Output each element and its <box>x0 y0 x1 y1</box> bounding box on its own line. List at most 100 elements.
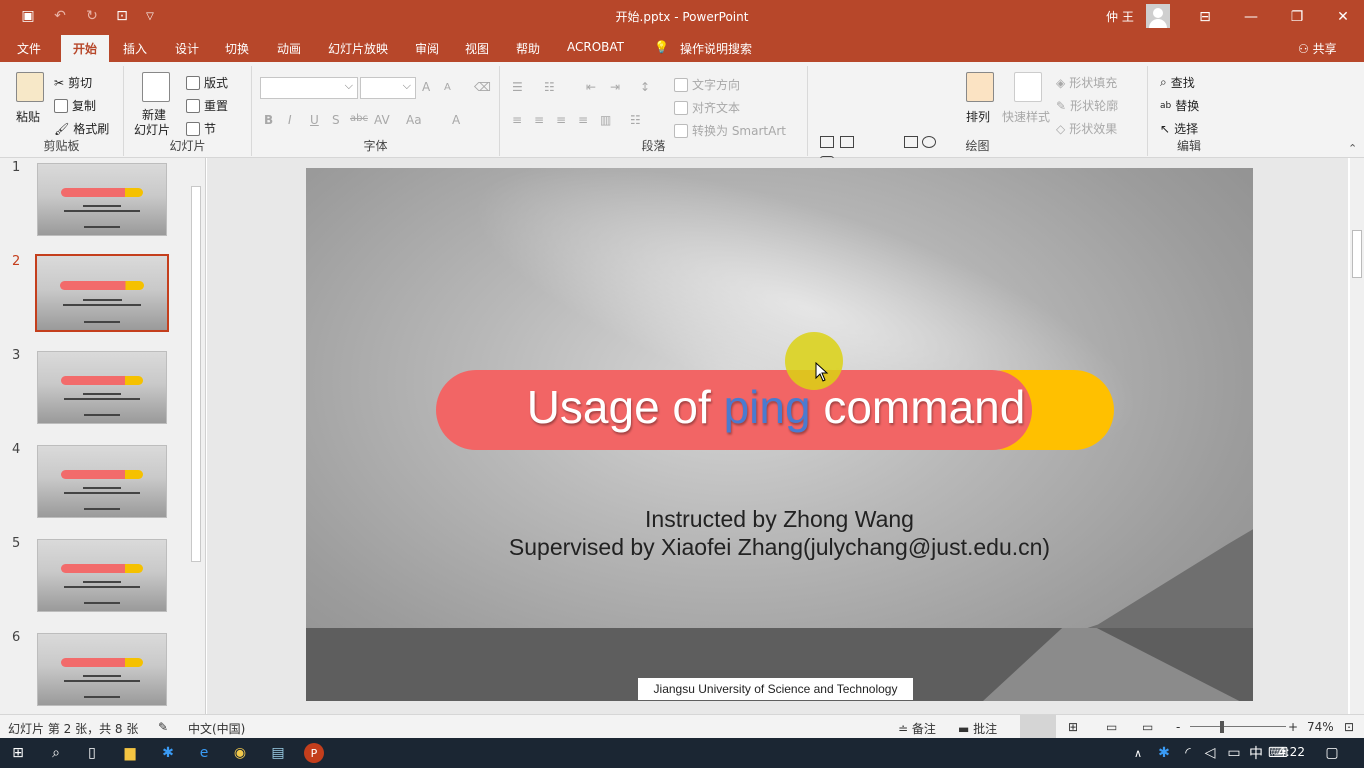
align-right-icon[interactable]: ≡ <box>556 113 566 127</box>
slide-thumbnail-4[interactable] <box>37 445 167 518</box>
slide-sorter-icon[interactable]: ⊞ <box>1068 720 1078 734</box>
section-button[interactable]: 节 <box>186 120 216 137</box>
normal-view-button[interactable] <box>1020 715 1056 738</box>
align-center-icon[interactable]: ≡ <box>534 113 544 127</box>
shape-effects-button[interactable]: ◇ 形状效果 <box>1056 120 1117 137</box>
tab-file[interactable]: 文件 <box>17 40 41 57</box>
clock[interactable]: 4:22 <box>1278 745 1305 759</box>
strikethrough-button[interactable]: abc <box>350 113 368 124</box>
battery-icon[interactable]: ▭ <box>1224 743 1244 763</box>
share-button[interactable]: ⚇ 共享 <box>1298 40 1337 57</box>
italic-button[interactable]: I <box>288 113 292 127</box>
zoom-slider[interactable] <box>1190 726 1286 727</box>
textbox-shape-icon[interactable] <box>820 136 834 148</box>
tab-insert[interactable]: 插入 <box>123 40 147 57</box>
new-slide-dropdown[interactable]: 幻灯片 <box>134 121 170 138</box>
columns-icon[interactable]: ☷ <box>630 113 641 127</box>
show-hidden-icons[interactable]: ∧ <box>1128 743 1148 763</box>
increase-indent-icon[interactable]: ⇥ <box>610 80 620 94</box>
line-spacing-icon[interactable]: ↕ <box>640 80 650 94</box>
font-size-combo[interactable] <box>360 77 416 99</box>
slide-thumbnail-1[interactable] <box>37 163 167 236</box>
fit-to-window-icon[interactable]: ⊡ <box>1344 720 1354 734</box>
canvas-scroll-thumb[interactable] <box>1352 230 1362 278</box>
paste-button[interactable]: 粘贴 <box>16 108 40 125</box>
clear-format-icon[interactable]: ⌫ <box>474 80 491 94</box>
instructor-line[interactable]: Instructed by Zhong Wang <box>306 506 1253 533</box>
layout-button[interactable]: 版式 <box>186 74 228 91</box>
chrome-icon[interactable]: ◉ <box>230 743 250 763</box>
zoom-slider-thumb[interactable] <box>1220 721 1224 733</box>
slide-thumbnail-5[interactable] <box>37 539 167 612</box>
shrink-font-button[interactable]: A <box>444 82 451 93</box>
tab-view[interactable]: 视图 <box>465 40 489 57</box>
tab-design[interactable]: 设计 <box>175 40 199 57</box>
cut-button[interactable]: ✂ 剪切 <box>54 74 92 91</box>
notifications-icon[interactable]: ▢ <box>1322 743 1342 763</box>
tray-app-icon[interactable]: ✱ <box>1154 743 1174 763</box>
underline-button[interactable]: U <box>310 113 319 127</box>
edge-icon[interactable]: e <box>194 743 214 763</box>
font-name-combo[interactable] <box>260 77 358 99</box>
windows-start-icon[interactable]: ⊞ <box>8 743 28 763</box>
close-icon[interactable]: ✕ <box>1320 0 1364 33</box>
zoom-out-button[interactable]: - <box>1176 720 1180 734</box>
rectangle-shape-icon[interactable] <box>904 136 918 148</box>
slide-canvas[interactable]: Usage of ping command Instructed by Zhon… <box>306 168 1253 701</box>
avatar[interactable] <box>1146 4 1170 28</box>
canvas-scrollbar[interactable] <box>1350 158 1364 714</box>
slide-thumbnail-3[interactable] <box>37 351 167 424</box>
slide-footer[interactable]: Jiangsu University of Science and Techno… <box>638 678 913 700</box>
search-icon[interactable]: ⌕ <box>46 743 66 763</box>
replace-button[interactable]: ab 替换 <box>1160 97 1199 114</box>
bold-button[interactable]: B <box>264 113 273 127</box>
collapse-ribbon-icon[interactable]: ⌃ <box>1348 142 1357 155</box>
slide-thumbnail-6[interactable] <box>37 633 167 706</box>
store-icon[interactable]: ✱ <box>158 743 178 763</box>
copy-button[interactable]: 复制 <box>54 97 96 114</box>
language-indicator[interactable]: 中文(中国) <box>188 720 245 737</box>
arrange-button[interactable]: 排列 <box>966 108 990 125</box>
supervisor-line[interactable]: Supervised by Xiaofei Zhang(julychang@ju… <box>306 534 1253 561</box>
slideshow-icon[interactable]: ▭ <box>1142 720 1153 734</box>
font-color-button[interactable]: A <box>452 113 460 127</box>
notes-button[interactable]: ≐ 备注 <box>898 720 936 737</box>
justify-icon[interactable]: ≡ <box>578 113 588 127</box>
decrease-indent-icon[interactable]: ⇤ <box>586 80 596 94</box>
zoom-in-button[interactable]: + <box>1288 720 1298 734</box>
thumbnail-scrollbar[interactable] <box>189 162 203 712</box>
ribbon-display-icon[interactable]: ⊟ <box>1182 0 1228 33</box>
notepad-icon[interactable]: ▤ <box>268 743 288 763</box>
tab-review[interactable]: 审阅 <box>415 40 439 57</box>
volume-icon[interactable]: ◁ <box>1200 743 1220 763</box>
zoom-level[interactable]: 74% <box>1307 720 1334 734</box>
shadow-button[interactable]: S <box>332 113 340 127</box>
align-left-icon[interactable]: ≡ <box>512 113 522 127</box>
tell-me-search[interactable]: 操作说明搜索 <box>680 40 752 57</box>
powerpoint-icon[interactable]: P <box>304 743 324 763</box>
shape-outline-button[interactable]: ✎ 形状轮廓 <box>1056 97 1118 114</box>
tab-acrobat[interactable]: ACROBAT <box>567 40 624 54</box>
change-case-button[interactable]: Aa <box>406 113 422 127</box>
tab-home[interactable]: 开始 <box>61 35 110 62</box>
slide-title[interactable]: Usage of ping command <box>436 380 1116 434</box>
tab-help[interactable]: 帮助 <box>516 40 540 57</box>
find-button[interactable]: ⌕ 查找 <box>1160 74 1195 91</box>
tab-animations[interactable]: 动画 <box>277 40 301 57</box>
task-view-icon[interactable]: ▯ <box>82 743 102 763</box>
char-spacing-button[interactable]: AV <box>374 113 390 127</box>
thumbnail-scroll-thumb[interactable] <box>191 186 201 562</box>
distribute-icon[interactable]: ▥ <box>600 113 611 127</box>
select-button[interactable]: ↖ 选择 <box>1160 120 1198 137</box>
align-text-button[interactable]: 对齐文本 <box>674 99 740 116</box>
vertical-textbox-shape-icon[interactable] <box>840 136 854 148</box>
minimize-icon[interactable]: — <box>1228 0 1274 33</box>
reading-view-icon[interactable]: ▭ <box>1106 720 1117 734</box>
bullets-icon[interactable]: ☰ <box>512 80 523 94</box>
tab-slideshow[interactable]: 幻灯片放映 <box>328 40 388 57</box>
user-name[interactable]: 仲 王 <box>1106 8 1134 25</box>
grow-font-button[interactable]: A <box>422 80 430 94</box>
oval-shape-icon[interactable] <box>922 136 936 148</box>
tab-transitions[interactable]: 切换 <box>225 40 249 57</box>
network-icon[interactable]: ◜ <box>1178 743 1198 763</box>
